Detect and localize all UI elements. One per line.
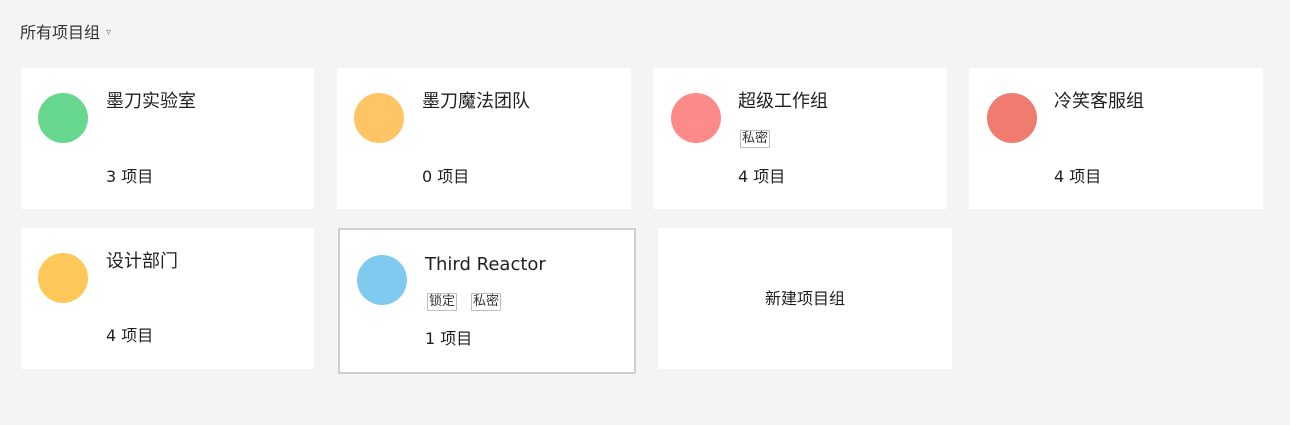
group-avatar [354, 93, 404, 143]
group-card[interactable]: 设计部门 4 项目 [21, 228, 314, 369]
group-tags: 私密 [740, 130, 771, 148]
group-name: 超级工作组 [738, 91, 828, 112]
group-card[interactable]: 冷笑客服组 4 项目 [969, 68, 1263, 209]
group-avatar [357, 255, 407, 305]
group-avatar [671, 93, 721, 143]
group-name: 墨刀实验室 [106, 91, 196, 112]
group-name: 墨刀魔法团队 [422, 91, 530, 112]
chevron-down-icon: ▿ [106, 26, 112, 38]
group-project-count: 4 项目 [106, 326, 154, 345]
group-avatar [38, 253, 88, 303]
group-project-count: 4 项目 [1054, 167, 1102, 186]
new-group-card[interactable]: 新建项目组 [658, 228, 952, 369]
group-card-selected[interactable]: Third Reactor 锁定 私密 1 项目 [338, 228, 636, 374]
group-filter-label: 所有项目组 [20, 23, 101, 42]
group-card[interactable]: 墨刀实验室 3 项目 [21, 68, 314, 209]
private-tag: 私密 [740, 130, 771, 148]
new-group-label: 新建项目组 [764, 289, 845, 308]
group-avatar [987, 93, 1037, 143]
group-card[interactable]: 墨刀魔法团队 0 项目 [337, 68, 631, 209]
group-name: Third Reactor [425, 254, 546, 275]
group-name: 设计部门 [106, 251, 178, 272]
group-project-count: 0 项目 [422, 167, 470, 186]
project-groups-page: 所有项目组 ▿ 墨刀实验室 3 项目 墨刀魔法团队 0 项目 超级工作组 私密 … [0, 0, 1290, 425]
group-card[interactable]: 超级工作组 私密 4 项目 [653, 68, 947, 209]
group-name: 冷笑客服组 [1054, 91, 1144, 112]
group-tags: 锁定 私密 [427, 293, 502, 311]
group-avatar [38, 93, 88, 143]
private-tag: 私密 [471, 293, 502, 311]
group-project-count: 1 项目 [425, 329, 473, 348]
group-project-count: 3 项目 [106, 167, 154, 186]
group-project-count: 4 项目 [738, 167, 786, 186]
group-filter-dropdown[interactable]: 所有项目组 ▿ [20, 20, 111, 42]
locked-tag: 锁定 [427, 293, 458, 311]
